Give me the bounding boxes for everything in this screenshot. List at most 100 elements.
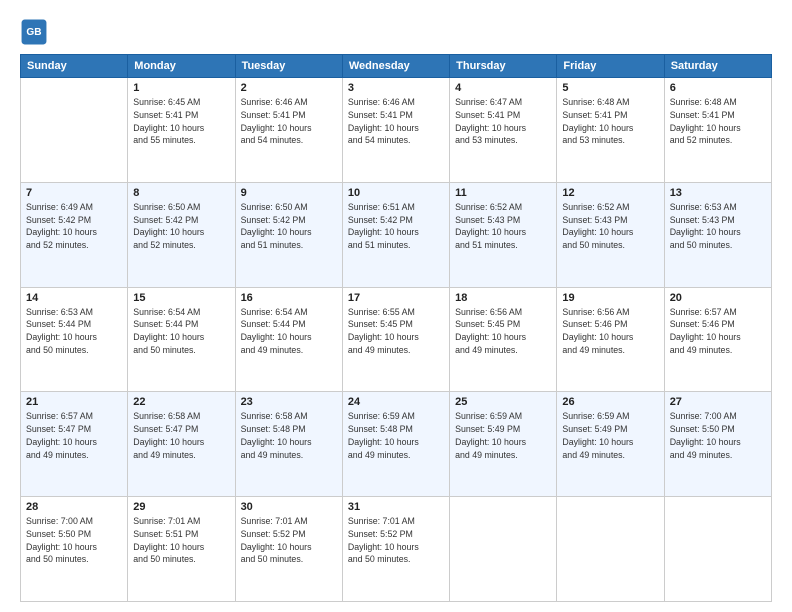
calendar-cell: 21Sunrise: 6:57 AM Sunset: 5:47 PM Dayli… [21,392,128,497]
day-number: 23 [241,396,337,408]
calendar-cell: 2Sunrise: 6:46 AM Sunset: 5:41 PM Daylig… [235,78,342,183]
calendar-cell: 20 Sunrise: 6:57 AM Sunset: 5:46 PM Dayli… [664,287,771,392]
day-detail: Sunrise: 6:59 AM Sunset: 5:49 PM Dayligh… [562,410,658,461]
calendar-week-1: 1 Sunrise: 6:45 AM Sunset: 5:41 PM Daylig… [21,78,772,183]
calendar-cell: 11 Sunrise: 6:52 AM Sunset: 5:43 PM Dayli… [450,182,557,287]
day-detail: Sunrise: 6:50 AM Sunset: 5:42 PM Dayligh… [133,201,229,252]
calendar-week-2: 7Sunrise: 6:49 AM Sunset: 5:42 PM Daylig… [21,182,772,287]
calendar-cell: 14Sunrise: 6:53 AM Sunset: 5:44 PM Dayli… [21,287,128,392]
day-detail: Sunrise: 6:59 AM Sunset: 5:48 PM Dayligh… [348,410,444,461]
day-detail: Sunrise: 6:48 AM Sunset: 5:41 PM Dayligh… [562,96,658,147]
calendar-cell: 28Sunrise: 7:00 AM Sunset: 5:50 PM Dayli… [21,497,128,602]
calendar-cell [21,78,128,183]
day-number: 10 [348,187,444,199]
svg-text:GB: GB [26,27,41,38]
calendar-cell: 19Sunrise: 6:56 AM Sunset: 5:46 PM Dayli… [557,287,664,392]
calendar-header-sunday: Sunday [21,55,128,78]
calendar-cell: 24 Sunrise: 6:59 AM Sunset: 5:48 PM Dayli… [342,392,449,497]
day-number: 7 [26,187,122,199]
day-number: 17 [348,292,444,304]
calendar-cell: 12 Sunrise: 6:52 AM Sunset: 5:43 PM Dayli… [557,182,664,287]
day-detail: Sunrise: 7:01 AM Sunset: 5:52 PM Dayligh… [348,515,444,566]
day-number: 26 [562,396,658,408]
calendar-cell: 9 Sunrise: 6:50 AM Sunset: 5:42 PM Daylig… [235,182,342,287]
day-detail: Sunrise: 6:46 AM Sunset: 5:41 PM Dayligh… [241,96,337,147]
day-number: 6 [670,82,766,94]
day-number: 15 [133,292,229,304]
day-detail: Sunrise: 6:45 AM Sunset: 5:41 PM Dayligh… [133,96,229,147]
calendar-week-3: 14Sunrise: 6:53 AM Sunset: 5:44 PM Dayli… [21,287,772,392]
day-detail: Sunrise: 6:59 AM Sunset: 5:49 PM Dayligh… [455,410,551,461]
day-number: 18 [455,292,551,304]
calendar-cell: 23 Sunrise: 6:58 AM Sunset: 5:48 PM Dayli… [235,392,342,497]
calendar-cell: 27 Sunrise: 7:00 AM Sunset: 5:50 PM Dayli… [664,392,771,497]
day-detail: Sunrise: 6:55 AM Sunset: 5:45 PM Dayligh… [348,306,444,357]
calendar-cell: 7Sunrise: 6:49 AM Sunset: 5:42 PM Daylig… [21,182,128,287]
day-number: 5 [562,82,658,94]
calendar-cell: 5 Sunrise: 6:48 AM Sunset: 5:41 PM Daylig… [557,78,664,183]
day-number: 25 [455,396,551,408]
day-detail: Sunrise: 6:47 AM Sunset: 5:41 PM Dayligh… [455,96,551,147]
calendar-header-friday: Friday [557,55,664,78]
calendar-cell: 13 Sunrise: 6:53 AM Sunset: 5:43 PM Dayli… [664,182,771,287]
logo: GB [20,18,52,46]
calendar-cell [557,497,664,602]
day-detail: Sunrise: 6:58 AM Sunset: 5:47 PM Dayligh… [133,410,229,461]
calendar-cell: 10 Sunrise: 6:51 AM Sunset: 5:42 PM Dayli… [342,182,449,287]
calendar-cell: 16 Sunrise: 6:54 AM Sunset: 5:44 PM Dayli… [235,287,342,392]
day-number: 19 [562,292,658,304]
day-number: 16 [241,292,337,304]
calendar-cell: 6 Sunrise: 6:48 AM Sunset: 5:41 PM Daylig… [664,78,771,183]
logo-icon: GB [20,18,48,46]
day-number: 31 [348,501,444,513]
day-detail: Sunrise: 6:53 AM Sunset: 5:43 PM Dayligh… [670,201,766,252]
day-detail: Sunrise: 7:00 AM Sunset: 5:50 PM Dayligh… [670,410,766,461]
day-number: 24 [348,396,444,408]
day-number: 4 [455,82,551,94]
day-detail: Sunrise: 6:50 AM Sunset: 5:42 PM Dayligh… [241,201,337,252]
day-number: 22 [133,396,229,408]
day-number: 9 [241,187,337,199]
calendar-cell: 25 Sunrise: 6:59 AM Sunset: 5:49 PM Dayli… [450,392,557,497]
calendar-header-wednesday: Wednesday [342,55,449,78]
day-detail: Sunrise: 6:46 AM Sunset: 5:41 PM Dayligh… [348,96,444,147]
day-detail: Sunrise: 6:48 AM Sunset: 5:41 PM Dayligh… [670,96,766,147]
day-number: 30 [241,501,337,513]
day-detail: Sunrise: 6:58 AM Sunset: 5:48 PM Dayligh… [241,410,337,461]
calendar-table: SundayMondayTuesdayWednesdayThursdayFrid… [20,54,772,602]
calendar-cell: 30 Sunrise: 7:01 AM Sunset: 5:52 PM Dayli… [235,497,342,602]
day-detail: Sunrise: 6:52 AM Sunset: 5:43 PM Dayligh… [562,201,658,252]
calendar-cell: 17 Sunrise: 6:55 AM Sunset: 5:45 PM Dayli… [342,287,449,392]
day-number: 28 [26,501,122,513]
calendar-cell: 29 Sunrise: 7:01 AM Sunset: 5:51 PM Dayli… [128,497,235,602]
calendar-header-saturday: Saturday [664,55,771,78]
calendar-cell: 31 Sunrise: 7:01 AM Sunset: 5:52 PM Dayli… [342,497,449,602]
calendar-cell [664,497,771,602]
day-detail: Sunrise: 6:57 AM Sunset: 5:46 PM Dayligh… [670,306,766,357]
day-number: 20 [670,292,766,304]
calendar-header-tuesday: Tuesday [235,55,342,78]
day-detail: Sunrise: 6:56 AM Sunset: 5:45 PM Dayligh… [455,306,551,357]
day-detail: Sunrise: 6:53 AM Sunset: 5:44 PM Dayligh… [26,306,122,357]
calendar-cell [450,497,557,602]
day-detail: Sunrise: 6:52 AM Sunset: 5:43 PM Dayligh… [455,201,551,252]
day-detail: Sunrise: 6:54 AM Sunset: 5:44 PM Dayligh… [241,306,337,357]
calendar-page: GB SundayMondayTuesdayWednesdayThursdayF… [0,0,792,612]
day-number: 1 [133,82,229,94]
day-number: 29 [133,501,229,513]
calendar-cell: 4 Sunrise: 6:47 AM Sunset: 5:41 PM Daylig… [450,78,557,183]
day-number: 27 [670,396,766,408]
calendar-cell: 3Sunrise: 6:46 AM Sunset: 5:41 PM Daylig… [342,78,449,183]
day-detail: Sunrise: 7:01 AM Sunset: 5:52 PM Dayligh… [241,515,337,566]
day-number: 11 [455,187,551,199]
calendar-cell: 18 Sunrise: 6:56 AM Sunset: 5:45 PM Dayli… [450,287,557,392]
day-detail: Sunrise: 6:54 AM Sunset: 5:44 PM Dayligh… [133,306,229,357]
day-detail: Sunrise: 7:01 AM Sunset: 5:51 PM Dayligh… [133,515,229,566]
calendar-cell: 15 Sunrise: 6:54 AM Sunset: 5:44 PM Dayli… [128,287,235,392]
calendar-week-4: 21Sunrise: 6:57 AM Sunset: 5:47 PM Dayli… [21,392,772,497]
day-number: 21 [26,396,122,408]
day-number: 12 [562,187,658,199]
day-number: 13 [670,187,766,199]
day-detail: Sunrise: 6:51 AM Sunset: 5:42 PM Dayligh… [348,201,444,252]
day-number: 8 [133,187,229,199]
